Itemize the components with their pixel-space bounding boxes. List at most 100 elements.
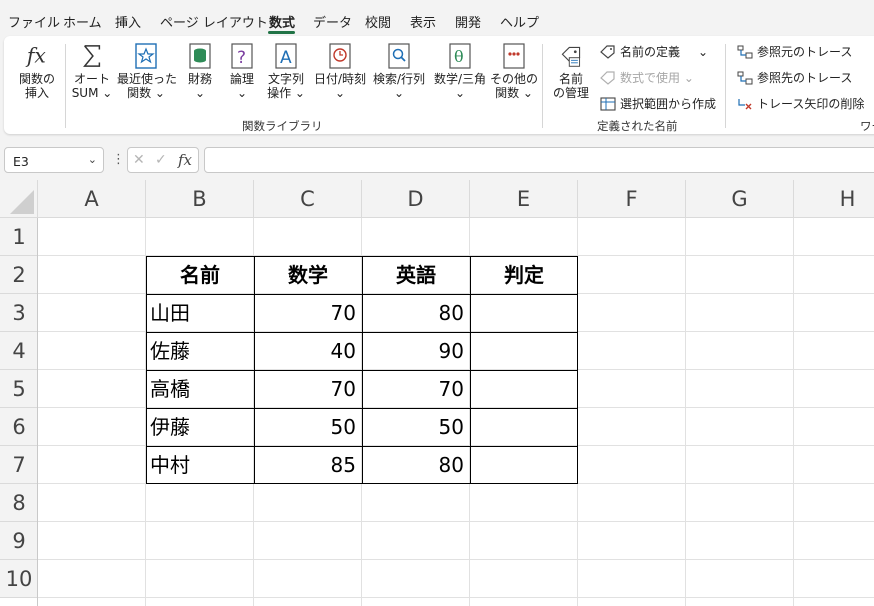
menu-data[interactable]: データ	[313, 12, 352, 31]
more-functions-label-1: その他の	[490, 72, 539, 86]
text-functions-button[interactable]: A 文字列 操作 ⌄	[264, 42, 308, 100]
table-cell-name[interactable]: 山田	[150, 294, 248, 332]
table-header-name[interactable]: 名前	[146, 256, 254, 294]
enter-icon[interactable]: ✓	[155, 152, 167, 168]
formula-buttons: ✕ ✓ fx	[127, 147, 199, 173]
column-header-g[interactable]: G	[686, 180, 794, 218]
menu-view[interactable]: 表示	[410, 12, 436, 31]
menu-home[interactable]: ホーム	[63, 12, 102, 31]
insert-function-button[interactable]: fx 関数の 挿入	[14, 42, 60, 100]
datetime-label-1: 日付/時刻	[313, 72, 367, 86]
datetime-button[interactable]: 日付/時刻 ⌄	[310, 42, 370, 100]
row-header-6[interactable]: 6	[0, 408, 38, 446]
menu-page-layout[interactable]: ページ レイアウト	[160, 12, 268, 31]
table-cell-score[interactable]: 70	[258, 370, 356, 408]
menu-bar: ファイル ホーム 挿入 ページ レイアウト 数式 データ 校閲 表示 開発 ヘル…	[0, 0, 874, 36]
name-manager-button[interactable]: 名前 の管理	[548, 42, 594, 100]
math-trig-button[interactable]: θ 数学/三角 ⌄	[430, 42, 490, 100]
table-cell-score[interactable]: 80	[366, 294, 464, 332]
recent-functions-button[interactable]: 最近使った 関数 ⌄	[117, 42, 177, 100]
table-cell-score[interactable]: 40	[258, 332, 356, 370]
formula-bar: E3 ⌄ ⋮ ✕ ✓ fx	[0, 144, 874, 176]
row-header-3[interactable]: 3	[0, 294, 38, 332]
select-all-corner[interactable]	[0, 180, 38, 218]
logical-button[interactable]: ? 論理 ⌄	[224, 42, 260, 100]
menu-help[interactable]: ヘルプ	[500, 12, 539, 31]
grid-vline	[685, 218, 686, 606]
logical-label-2: ⌄	[236, 86, 248, 100]
row-header-2[interactable]: 2	[0, 256, 38, 294]
trace-precedents-button[interactable]: 参照元のトレース	[737, 43, 852, 60]
math-trig-label-2: ⌄	[454, 86, 466, 100]
table-cell-name[interactable]: 中村	[150, 446, 248, 484]
column-header-a[interactable]: A	[38, 180, 146, 218]
text-functions-label-2: 操作 ⌄	[267, 86, 305, 100]
table-cell-score[interactable]: 90	[366, 332, 464, 370]
row-header-5[interactable]: 5	[0, 370, 38, 408]
define-name-button[interactable]: 名前の定義 ⌄	[600, 43, 708, 60]
use-in-formula-label: 数式で使用 ⌄	[620, 71, 694, 85]
formula-input[interactable]	[204, 147, 874, 173]
svg-text:θ: θ	[454, 47, 464, 66]
row-header-10[interactable]: 10	[0, 560, 38, 598]
insert-function-fx-icon[interactable]: fx	[178, 151, 192, 169]
row-header-1[interactable]: 1	[0, 218, 38, 256]
column-header-f[interactable]: F	[578, 180, 686, 218]
text-functions-label-1: 文字列	[267, 72, 304, 86]
letter-a-icon: A	[274, 42, 298, 70]
table-header-english[interactable]: 英語	[362, 256, 470, 294]
menu-review[interactable]: 校閲	[365, 12, 391, 31]
name-manager-label-2: の管理	[552, 86, 589, 100]
remove-arrows-button[interactable]: トレース矢印の削除 ⌄	[737, 95, 874, 112]
table-cell-name[interactable]: 伊藤	[150, 408, 248, 446]
menu-formulas[interactable]: 数式	[269, 12, 295, 31]
table-cell-score[interactable]: 50	[366, 408, 464, 446]
name-box-chevron-icon[interactable]: ⌄	[88, 153, 97, 166]
table-cell-score[interactable]: 70	[258, 294, 356, 332]
financial-label-1: 財務	[187, 72, 212, 86]
formula-bar-more-icon[interactable]: ⋮	[112, 152, 125, 167]
magnifier-icon	[387, 42, 411, 70]
table-cell-score[interactable]: 70	[366, 370, 464, 408]
table-header-math[interactable]: 数学	[254, 256, 362, 294]
table-cell-name[interactable]: 佐藤	[150, 332, 248, 370]
autosum-label-1: オート	[73, 72, 110, 86]
menu-file[interactable]: ファイル	[8, 12, 60, 31]
column-header-c[interactable]: C	[254, 180, 362, 218]
more-functions-button[interactable]: その他の 関数 ⌄	[490, 42, 538, 100]
trace-dependents-button[interactable]: 参照先のトレース	[737, 69, 852, 86]
row-header-4[interactable]: 4	[0, 332, 38, 370]
row-header-8[interactable]: 8	[0, 484, 38, 522]
group-function-library-label: 関数ライブラリ	[242, 119, 323, 133]
financial-button[interactable]: 財務 ⌄	[180, 42, 220, 100]
use-in-formula-button[interactable]: 数式で使用 ⌄	[600, 69, 694, 86]
table-cell-name[interactable]: 高橋	[150, 370, 248, 408]
define-name-chevron: ⌄	[698, 44, 709, 59]
autosum-button[interactable]: オート SUM ⌄	[70, 42, 114, 100]
worksheet: A B C D E F G H 1 2 3 4 5 6 7 8 9 10 名前 数学 英語 判定山田 70 80 佐藤 40 90 高…	[0, 180, 874, 606]
column-header-d[interactable]: D	[362, 180, 470, 218]
insert-function-label-1: 関数の	[18, 72, 55, 86]
svg-text:fx: fx	[25, 43, 46, 67]
grid-hline	[38, 597, 874, 598]
row-header-9[interactable]: 9	[0, 522, 38, 560]
recent-functions-label-2: 関数 ⌄	[127, 86, 165, 100]
ribbon-separator	[65, 44, 66, 128]
name-box-value: E3	[13, 154, 29, 169]
row-header-7[interactable]: 7	[0, 446, 38, 484]
menu-insert[interactable]: 挿入	[115, 12, 141, 31]
table-cell-score[interactable]: 80	[366, 446, 464, 484]
column-header-e[interactable]: E	[470, 180, 578, 218]
name-box[interactable]: E3 ⌄	[4, 147, 104, 173]
cancel-icon[interactable]: ✕	[133, 152, 145, 168]
column-header-h[interactable]: H	[794, 180, 874, 218]
lookup-button[interactable]: 検索/行列 ⌄	[370, 42, 428, 100]
table-cell-score[interactable]: 50	[258, 408, 356, 446]
table-cell-score[interactable]: 85	[258, 446, 356, 484]
column-header-b[interactable]: B	[146, 180, 254, 218]
table-header-judgement[interactable]: 判定	[470, 256, 578, 294]
menu-developer[interactable]: 開発	[455, 12, 481, 31]
tag-small-icon	[600, 44, 615, 59]
lookup-label-2: ⌄	[393, 86, 405, 100]
create-from-selection-button[interactable]: 選択範囲から作成	[600, 95, 716, 112]
